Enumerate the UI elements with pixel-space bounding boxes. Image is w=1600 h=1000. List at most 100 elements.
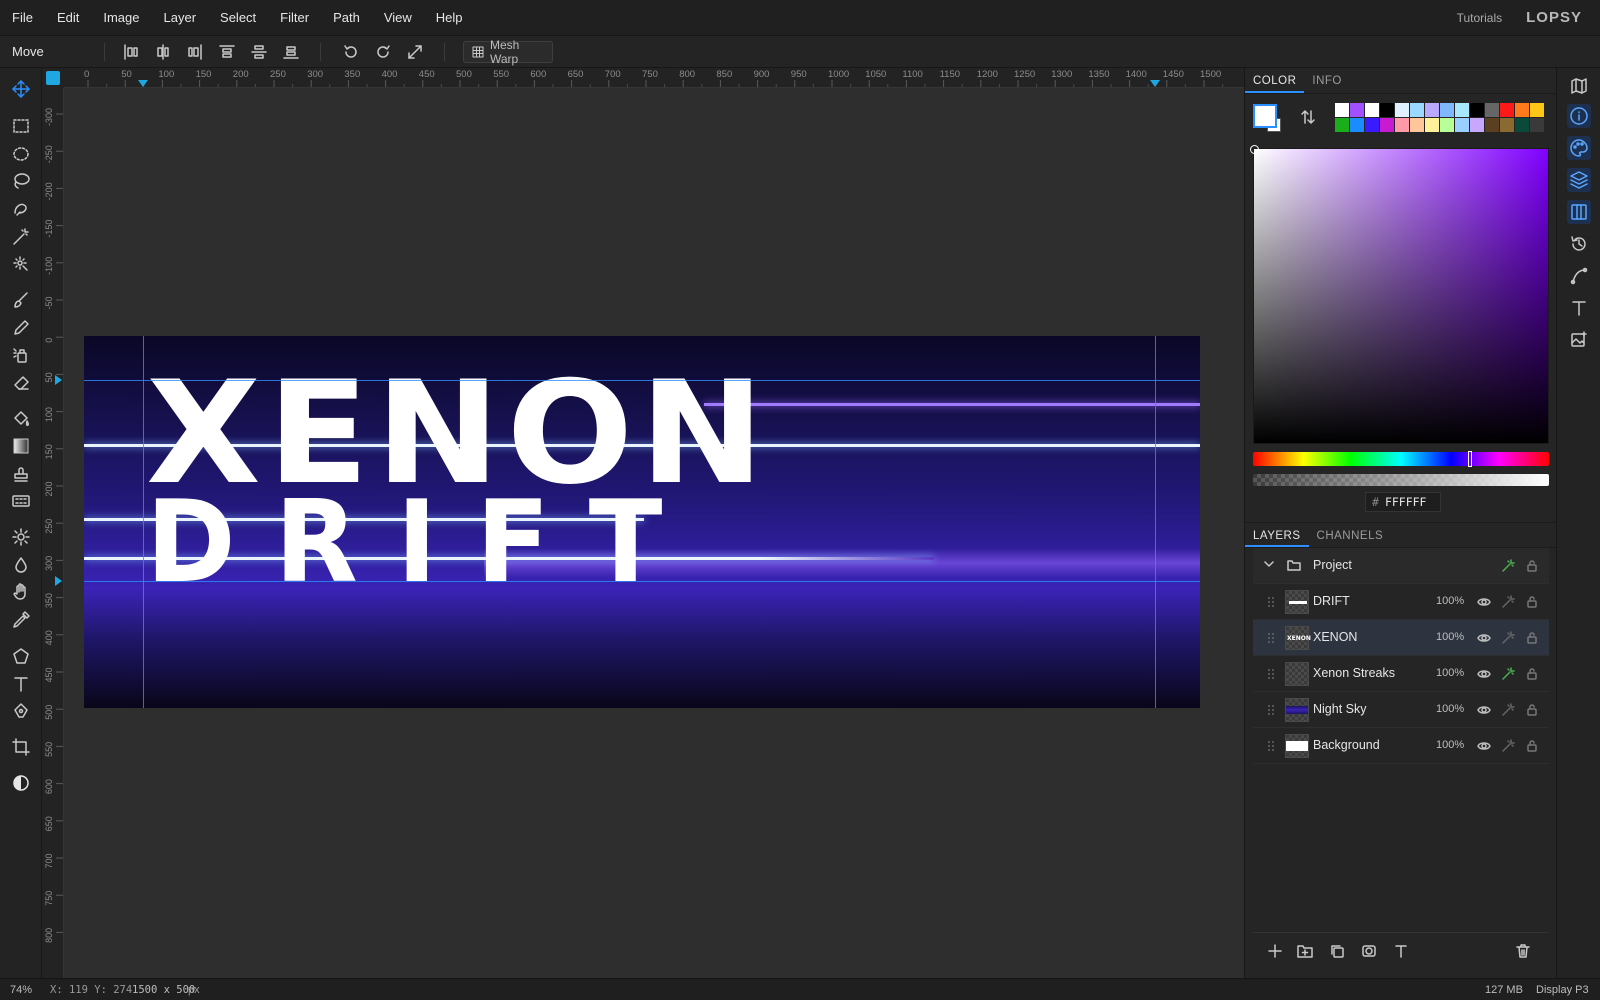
pen-tool-icon[interactable]	[11, 701, 31, 721]
guide-marker[interactable]	[55, 375, 62, 385]
palette-swatch[interactable]	[1410, 118, 1424, 132]
align-top-icon[interactable]	[218, 43, 236, 61]
palette-swatch[interactable]	[1425, 118, 1439, 132]
effects-icon[interactable]	[1501, 631, 1515, 645]
stamp-icon[interactable]	[11, 464, 31, 484]
guide-marker[interactable]	[1150, 80, 1160, 87]
menu-edit[interactable]: Edit	[45, 0, 91, 36]
ellipse-select-icon[interactable]	[11, 144, 31, 164]
tab-color[interactable]: COLOR	[1245, 68, 1305, 93]
color-palette-icon[interactable]	[1567, 136, 1591, 160]
palette-swatch[interactable]	[1350, 103, 1364, 117]
vertical-ruler[interactable]: -300 -250 -200 -150 -100 -50 0 50 100 150 200 250 30…	[42, 88, 64, 978]
canvas-area[interactable]: XENON DRIFT	[64, 88, 1244, 978]
saturation-picker-cursor[interactable]	[1250, 145, 1259, 154]
eyedropper-icon[interactable]	[11, 610, 31, 630]
magnetic-lasso-icon[interactable]	[11, 199, 31, 219]
align-bottom-icon[interactable]	[282, 43, 300, 61]
effects-icon[interactable]	[1501, 595, 1515, 609]
quick-select-icon[interactable]	[11, 254, 31, 274]
effects-icon[interactable]	[1501, 667, 1515, 681]
palette-swatch[interactable]	[1455, 103, 1469, 117]
lock-icon[interactable]	[1525, 703, 1539, 717]
palette-swatch[interactable]	[1485, 103, 1499, 117]
hand-icon[interactable]	[11, 582, 31, 602]
menu-help[interactable]: Help	[424, 0, 475, 36]
channels-icon[interactable]	[1567, 200, 1591, 224]
hue-slider[interactable]	[1253, 451, 1549, 467]
tab-layers[interactable]: LAYERS	[1245, 523, 1309, 547]
palette-swatch[interactable]	[1335, 103, 1349, 117]
image-adjust-icon[interactable]	[1569, 330, 1589, 350]
alpha-slider[interactable]	[1253, 474, 1549, 486]
palette-swatch[interactable]	[1470, 103, 1484, 117]
gradient-icon[interactable]	[11, 436, 31, 456]
palette-swatch[interactable]	[1350, 118, 1364, 132]
hex-input[interactable]: # FFFFFF	[1365, 492, 1441, 512]
eye-icon[interactable]	[1477, 667, 1491, 681]
text-layer-icon[interactable]	[1393, 943, 1409, 959]
tab-info[interactable]: INFO	[1304, 68, 1349, 93]
palette-swatch[interactable]	[1485, 118, 1499, 132]
navigator-map-icon[interactable]	[1569, 76, 1589, 96]
guide-marker[interactable]	[138, 80, 148, 87]
menu-file[interactable]: File	[0, 0, 45, 36]
palette-swatch[interactable]	[1440, 103, 1454, 117]
eye-icon[interactable]	[1477, 595, 1491, 609]
pencil-icon[interactable]	[11, 318, 31, 338]
menu-layer[interactable]: Layer	[152, 0, 209, 36]
xenon-title-text[interactable]: XENON	[146, 363, 771, 505]
blur-icon[interactable]	[11, 555, 31, 575]
layer-opacity[interactable]: 100%	[1436, 739, 1464, 751]
expand-icon[interactable]	[406, 43, 424, 61]
palette-swatch[interactable]	[1380, 103, 1394, 117]
horizontal-ruler[interactable]: 0 50 100 150 200 250 300 350 400 450 500 550 600 650 7…	[64, 68, 1244, 88]
layer-row[interactable]: XENON XENON 100%	[1253, 620, 1549, 656]
palette-swatch[interactable]	[1500, 118, 1514, 132]
layer-opacity[interactable]: 100%	[1436, 631, 1464, 643]
ruler-origin-marker[interactable]	[46, 71, 60, 85]
brush-icon[interactable]	[11, 290, 31, 310]
polygon-icon[interactable]	[11, 646, 31, 666]
layer-row[interactable]: DRIFT 100%	[1253, 584, 1549, 620]
eye-icon[interactable]	[1477, 703, 1491, 717]
mask-icon[interactable]	[1361, 943, 1377, 959]
align-center-h-icon[interactable]	[154, 43, 172, 61]
layer-opacity[interactable]: 100%	[1436, 595, 1464, 607]
palette-swatch[interactable]	[1380, 118, 1394, 132]
palette-swatch[interactable]	[1335, 118, 1349, 132]
paths-icon[interactable]	[1569, 266, 1589, 286]
zoom-level[interactable]: 74%	[10, 984, 32, 996]
layer-opacity[interactable]: 100%	[1436, 667, 1464, 679]
drag-handle-icon[interactable]	[1267, 595, 1275, 609]
duplicate-layer-icon[interactable]	[1329, 943, 1345, 959]
layer-row[interactable]: Xenon Streaks 100%	[1253, 656, 1549, 692]
horizontal-guide[interactable]	[84, 581, 1200, 582]
palette-swatch[interactable]	[1365, 103, 1379, 117]
eye-icon[interactable]	[1477, 739, 1491, 753]
palette-swatch[interactable]	[1515, 118, 1529, 132]
lock-icon[interactable]	[1525, 631, 1539, 645]
swap-colors-icon[interactable]	[1300, 109, 1316, 125]
align-middle-v-icon[interactable]	[250, 43, 268, 61]
palette-swatch[interactable]	[1530, 118, 1544, 132]
palette-swatch[interactable]	[1365, 118, 1379, 132]
vertical-guide[interactable]	[1155, 336, 1156, 708]
move-tool-icon[interactable]	[11, 79, 31, 99]
effects-icon[interactable]	[1501, 703, 1515, 717]
palette-swatch[interactable]	[1530, 103, 1544, 117]
vertical-guide[interactable]	[143, 336, 144, 708]
lasso-icon[interactable]	[11, 171, 31, 191]
dodge-icon[interactable]	[11, 527, 31, 547]
palette-swatch[interactable]	[1470, 118, 1484, 132]
chevron-down-icon[interactable]	[1263, 558, 1274, 572]
palette-swatch[interactable]	[1515, 103, 1529, 117]
lock-icon[interactable]	[1525, 739, 1539, 753]
palette-swatch[interactable]	[1455, 118, 1469, 132]
menu-filter[interactable]: Filter	[268, 0, 321, 36]
history-icon[interactable]	[1569, 234, 1589, 254]
character-icon[interactable]	[1569, 298, 1589, 318]
rotate-cw-icon[interactable]	[374, 43, 392, 61]
palette-swatch[interactable]	[1395, 103, 1409, 117]
palette-swatch[interactable]	[1410, 103, 1424, 117]
